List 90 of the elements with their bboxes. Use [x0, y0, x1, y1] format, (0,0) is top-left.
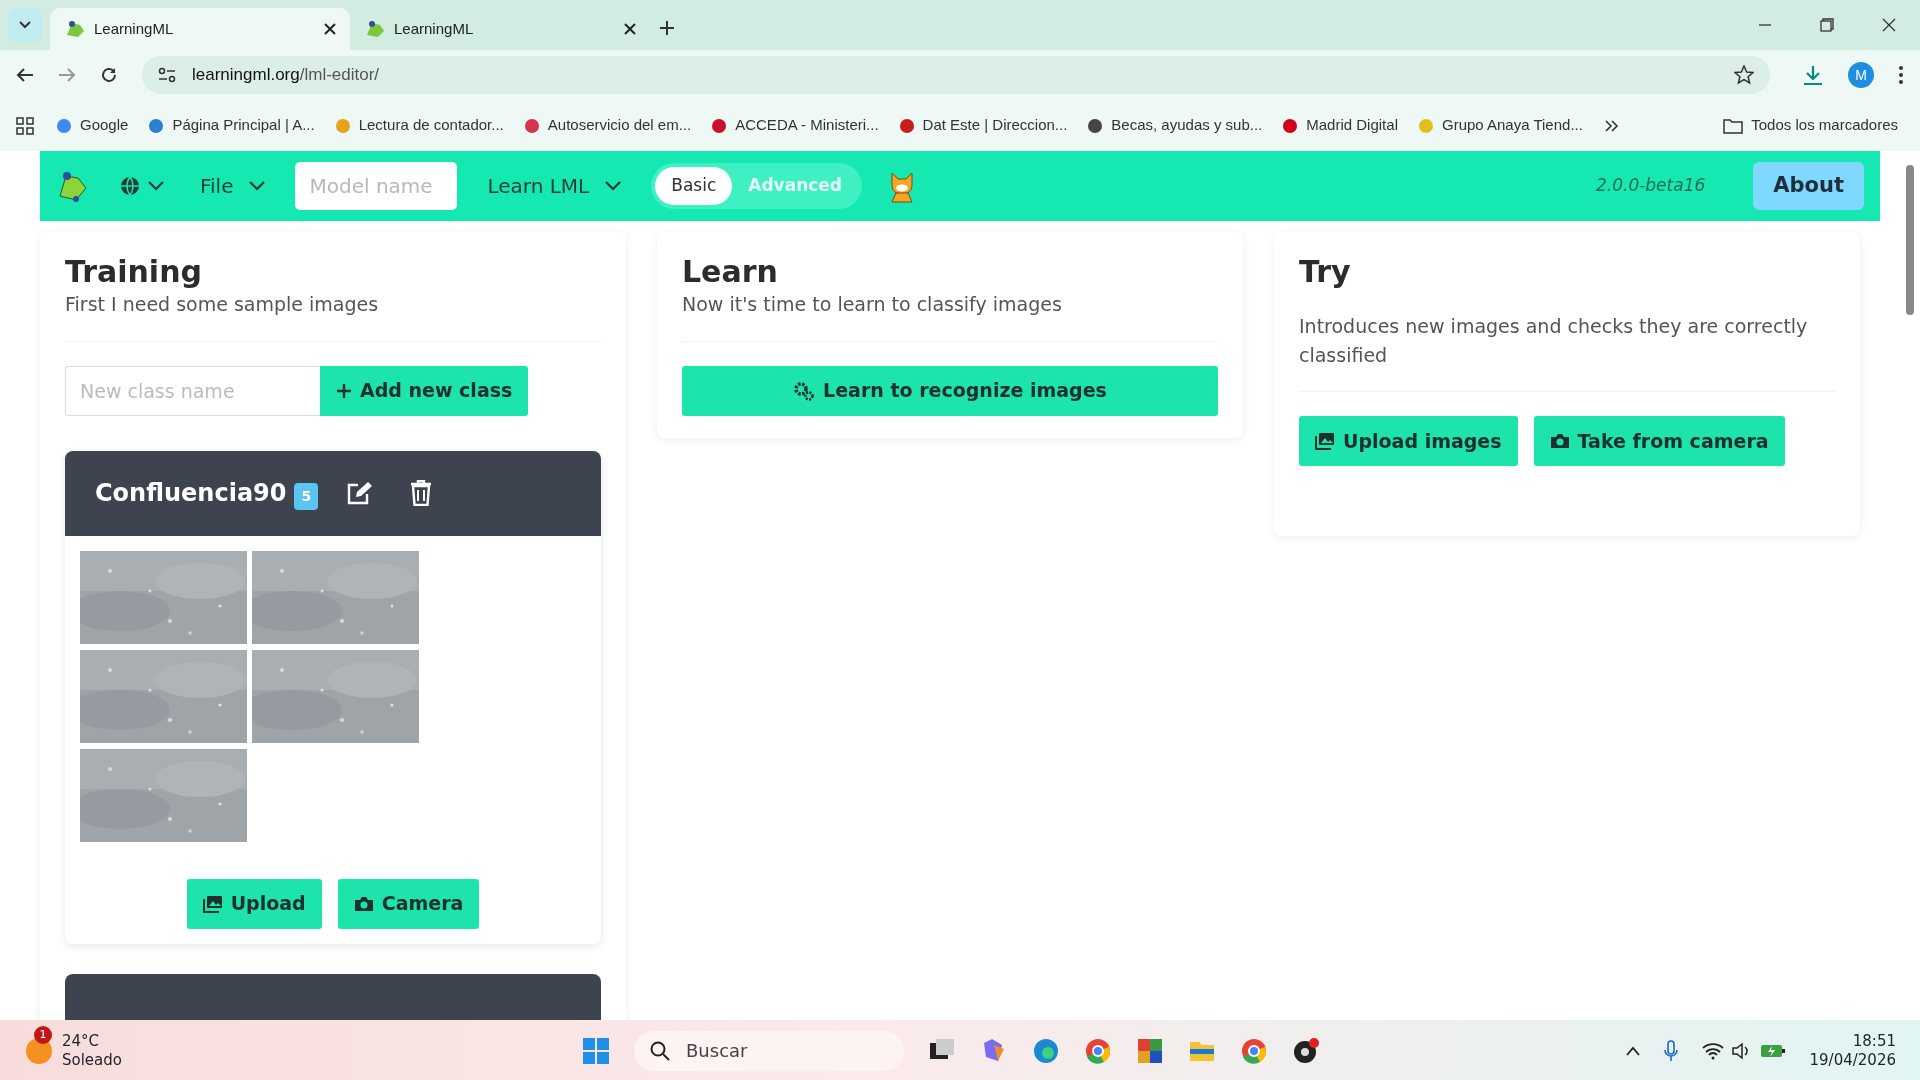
card-title: Try — [1299, 254, 1352, 290]
upload-button[interactable]: Upload — [186, 878, 322, 929]
bookmark[interactable]: ACCEDA - Ministeri... — [705, 112, 885, 139]
more-menu-icon[interactable] — [1898, 65, 1904, 85]
bookmark[interactable]: Google — [50, 112, 135, 139]
bookmark-favicon-icon — [523, 117, 540, 134]
bookmark-favicon-icon — [56, 117, 72, 134]
chrome-icon[interactable] — [1084, 1036, 1112, 1065]
microphone-icon[interactable] — [1663, 1039, 1678, 1062]
bookmark-favicon-icon — [898, 117, 915, 134]
back-arrow-icon[interactable] — [16, 67, 34, 83]
browser-tab[interactable]: LearningML — [50, 8, 350, 50]
bookmarks-folder[interactable]: Todos los marcadores — [1717, 112, 1904, 139]
taskbar-search[interactable]: Buscar — [634, 1030, 904, 1071]
battery-icon — [1759, 1042, 1786, 1059]
file-menu[interactable]: File — [194, 170, 272, 202]
chevron-up-icon[interactable] — [1625, 1045, 1640, 1056]
bookmark-favicon-icon — [1282, 117, 1299, 134]
bookmark-favicon-icon — [711, 117, 728, 134]
trash-icon[interactable] — [410, 480, 433, 506]
plus-icon — [659, 19, 675, 36]
globe-icon — [120, 176, 140, 196]
weather-condition: Soleado — [62, 1050, 122, 1070]
camera-icon — [353, 895, 374, 912]
bookmark[interactable]: Lectura de contador... — [328, 112, 510, 139]
scrollbar-thumb[interactable] — [1906, 165, 1914, 315]
card-subtitle: Introduces new images and checks they are correctly classified — [1299, 314, 1809, 368]
image-count: 5 — [294, 482, 319, 510]
forward-arrow-icon[interactable] — [58, 67, 76, 83]
windows-start-icon[interactable] — [582, 1036, 610, 1065]
upload-images-button[interactable]: Upload images — [1299, 416, 1518, 466]
camera-button[interactable]: Camera — [337, 878, 480, 929]
bookmark-favicon-icon — [148, 117, 165, 134]
bookmark-favicon-icon — [334, 117, 351, 134]
class-name: Confluencia90 — [95, 478, 287, 509]
close-icon[interactable] — [324, 23, 336, 35]
chrome-icon[interactable] — [1240, 1036, 1268, 1065]
model-name-field[interactable]: Model name — [295, 162, 458, 210]
add-class-button[interactable]: Add new class — [320, 365, 529, 416]
site-settings-icon — [158, 67, 176, 83]
card-title: Learn — [682, 254, 779, 290]
mode-option[interactable]: Basic — [655, 167, 733, 205]
browser-tab[interactable]: LearningML — [350, 8, 650, 50]
folder-icon — [1723, 117, 1744, 134]
bookmark[interactable]: Becas, ayudas y sub... — [1081, 112, 1269, 139]
bookmark[interactable]: Autoservicio del em... — [517, 112, 698, 139]
chevron-double-right-icon[interactable] — [1604, 119, 1619, 132]
gears-icon — [793, 380, 816, 401]
notification-badge: 1 — [34, 1025, 52, 1044]
wifi-icon — [1701, 1041, 1724, 1060]
chevron-down-icon — [249, 181, 266, 191]
close-icon[interactable] — [624, 23, 636, 35]
bookmark[interactable]: Grupo Anaya Tiend... — [1411, 112, 1589, 139]
camera-button[interactable]: Take from camera — [1533, 416, 1785, 466]
card-title: Training — [65, 254, 203, 290]
apps-grid-icon[interactable] — [16, 116, 34, 135]
camera-icon — [1549, 433, 1570, 449]
class-name-field[interactable]: New class name — [65, 365, 320, 416]
card-subtitle: Now it's time to learn to classify images — [682, 292, 1063, 317]
chevron-down-icon — [605, 181, 622, 191]
chevron-down-icon — [18, 20, 32, 30]
clock[interactable]: 18:51 19/04/2026 — [1809, 1031, 1896, 1070]
url-text: learningml.org/lml-editor/ — [192, 64, 381, 87]
bookmark-favicon-icon — [1087, 117, 1104, 134]
reload-icon[interactable] — [100, 66, 118, 84]
temperature-text: 24°C — [62, 1031, 101, 1051]
image-icon — [1315, 432, 1335, 450]
restore-icon[interactable] — [1820, 18, 1834, 32]
address-bar[interactable]: learningml.org/lml-editor/ — [142, 56, 1770, 94]
search-icon — [650, 1040, 670, 1061]
tab-list-button[interactable] — [8, 8, 42, 42]
grid-logo-icon[interactable] — [1136, 1036, 1164, 1065]
edit-icon[interactable] — [346, 481, 373, 505]
download-icon[interactable] — [1802, 64, 1824, 86]
version-text: 2.0.0-beta16 — [1595, 174, 1706, 198]
chevron-down-icon — [148, 181, 164, 191]
learn-menu[interactable]: Learn LML — [481, 170, 628, 202]
image-icon — [202, 894, 223, 913]
bookmark-favicon-icon — [1417, 117, 1434, 134]
system-tray[interactable] — [1701, 1041, 1786, 1060]
bookmark[interactable]: Página Principal | A... — [142, 112, 321, 139]
bookmark[interactable]: Dat Este | Direccion... — [892, 112, 1074, 139]
close-icon[interactable] — [1882, 18, 1896, 32]
plus-icon — [336, 382, 352, 399]
profile-avatar[interactable]: M — [1848, 62, 1874, 88]
learn-button[interactable]: Learn to recognize images — [682, 365, 1218, 416]
bookmark[interactable]: Madrid Digital — [1276, 112, 1404, 139]
card-subtitle: First I need some sample images — [65, 292, 380, 317]
star-icon[interactable] — [1734, 65, 1754, 85]
about-button[interactable]: About — [1753, 162, 1864, 210]
